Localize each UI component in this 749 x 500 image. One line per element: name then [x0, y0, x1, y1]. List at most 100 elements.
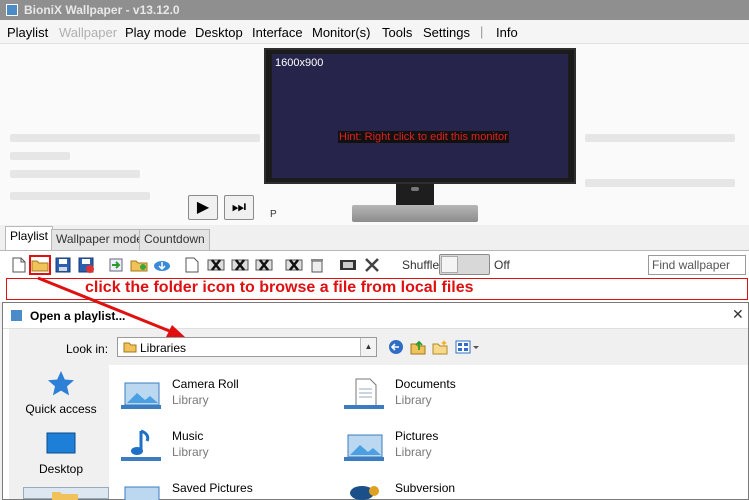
import-icon[interactable]: [105, 255, 127, 275]
tab-playlist[interactable]: Playlist: [5, 226, 54, 250]
next-icon: ⏭: [231, 199, 247, 216]
dialog-title-bar: Open a playlist... ✕: [3, 303, 748, 329]
library-subversion[interactable]: Subversion: [338, 477, 558, 500]
shuffle-label: Shuffle: [402, 258, 440, 272]
tools-icon[interactable]: [361, 255, 383, 275]
view-menu-icon[interactable]: [455, 339, 481, 358]
documents-icon: [344, 378, 384, 409]
faded-text-line: [10, 170, 140, 178]
places-bar: Quick access Desktop: [15, 365, 109, 500]
chevron-down-icon[interactable]: ▲: [360, 338, 376, 356]
menu-desktop[interactable]: Desktop: [195, 25, 243, 40]
annotation-bar: click the folder icon to browse a file f…: [0, 278, 749, 302]
libraries-folder-icon: [123, 342, 137, 353]
file-name: Documents: [395, 377, 456, 391]
delete-x-icon[interactable]: [283, 255, 305, 275]
blank-page-icon[interactable]: [181, 255, 203, 275]
music-icon: [121, 429, 161, 461]
file-type: Library: [395, 445, 432, 459]
remove-x-dup-icon[interactable]: [253, 255, 275, 275]
annotation-text: click the folder icon to browse a file f…: [85, 279, 474, 296]
faded-text-line: [585, 179, 735, 187]
dialog-app-icon: [11, 310, 22, 321]
menu-bar: Playlist Wallpaper Play mode Desktop Int…: [0, 20, 749, 44]
window-title: BioniX Wallpaper - v13.12.0: [24, 3, 180, 17]
menu-info[interactable]: Info: [496, 25, 518, 40]
shuffle-state: Off: [494, 258, 510, 272]
camera-roll-icon: [121, 382, 161, 409]
library-documents[interactable]: Documents Library: [338, 373, 558, 417]
menu-separator: |: [480, 24, 484, 39]
new-folder-icon[interactable]: [432, 339, 448, 358]
menu-settings[interactable]: Settings: [423, 25, 470, 40]
menu-wallpaper: Wallpaper: [59, 25, 118, 40]
file-type: Library: [172, 445, 209, 459]
file-list: Camera Roll Library Documents Library Mu…: [109, 365, 748, 500]
file-type: Library: [172, 393, 209, 407]
look-in-select[interactable]: Libraries ▲: [117, 337, 377, 357]
save-icon[interactable]: [52, 255, 74, 275]
menu-play-mode[interactable]: Play mode: [125, 25, 186, 40]
menu-playlist[interactable]: Playlist: [7, 25, 48, 40]
place-desktop[interactable]: Desktop: [15, 431, 107, 476]
library-camera-roll[interactable]: Camera Roll Library: [115, 373, 335, 417]
folder-icon: [52, 492, 78, 500]
file-name: Subversion: [395, 481, 456, 495]
tab-wallpaper-mode[interactable]: Wallpaper mode: [51, 229, 148, 250]
next-button[interactable]: ⏭: [224, 195, 254, 220]
menu-monitors[interactable]: Monitor(s): [312, 25, 371, 40]
faded-text-line: [10, 134, 260, 142]
monitor-screen[interactable]: 1600x900 Hint: Right click to edit this …: [272, 54, 568, 178]
file-name: Music: [172, 429, 204, 443]
remove-x-all-icon[interactable]: [229, 255, 251, 275]
monitor-hint: Hint: Right click to edit this monitor: [338, 131, 509, 143]
open-playlist-dialog: Open a playlist... ✕ Look in: Libraries …: [2, 302, 749, 500]
subversion-icon: [350, 486, 379, 500]
monitor-stand: [352, 205, 478, 222]
playlist-toolbar: Shuffle Off: [0, 250, 749, 278]
remove-x-icon[interactable]: [205, 255, 227, 275]
library-saved-pictures[interactable]: Saved Pictures: [115, 477, 335, 500]
menu-tools[interactable]: Tools: [382, 25, 412, 40]
faded-text-line: [10, 152, 70, 160]
file-name: Pictures: [395, 429, 439, 443]
monitor-resolution: 1600x900: [275, 57, 324, 69]
play-icon: ▶: [196, 199, 210, 216]
add-folder-icon[interactable]: [128, 255, 150, 275]
app-icon: [6, 4, 18, 16]
place-quick-access[interactable]: Quick access: [15, 369, 107, 416]
library-pictures[interactable]: Pictures Library: [338, 425, 558, 469]
file-name: Saved Pictures: [172, 481, 253, 495]
up-folder-icon[interactable]: [410, 339, 426, 358]
dialog-title: Open a playlist...: [30, 309, 126, 323]
place-libraries[interactable]: [23, 487, 109, 500]
monitor-neck: [396, 184, 434, 206]
dialog-close-button[interactable]: ✕: [732, 306, 744, 323]
place-label: Desktop: [38, 462, 84, 476]
shuffle-toggle[interactable]: [439, 254, 490, 275]
trash-icon[interactable]: [306, 255, 328, 275]
open-folder-icon[interactable]: [29, 255, 51, 275]
pictures-icon: [344, 434, 384, 461]
player-label: P: [270, 209, 277, 220]
star-icon: [48, 371, 74, 396]
film-icon[interactable]: [337, 255, 359, 275]
place-label: Quick access: [25, 402, 97, 416]
new-file-icon[interactable]: [8, 255, 30, 275]
menu-interface[interactable]: Interface: [252, 25, 303, 40]
desktop-icon: [46, 432, 76, 454]
shuffle-knob[interactable]: [441, 256, 458, 273]
save-as-icon[interactable]: [75, 255, 97, 275]
download-icon[interactable]: [151, 255, 173, 275]
look-in-label: Look in:: [66, 342, 109, 356]
look-in-value: Libraries: [140, 341, 187, 355]
monitor-preview[interactable]: 1600x900 Hint: Right click to edit this …: [264, 48, 576, 184]
library-music[interactable]: Music Library: [115, 425, 335, 469]
tab-strip: Playlist Wallpaper mode Countdown: [0, 226, 749, 250]
back-icon[interactable]: [388, 339, 404, 358]
play-button[interactable]: ▶: [188, 195, 218, 220]
tab-countdown[interactable]: Countdown: [139, 229, 210, 250]
faded-text-line: [585, 134, 735, 142]
dialog-body: Look in: Libraries ▲ Quick access Deskto…: [9, 329, 748, 500]
find-wallpaper-input[interactable]: [648, 255, 746, 275]
